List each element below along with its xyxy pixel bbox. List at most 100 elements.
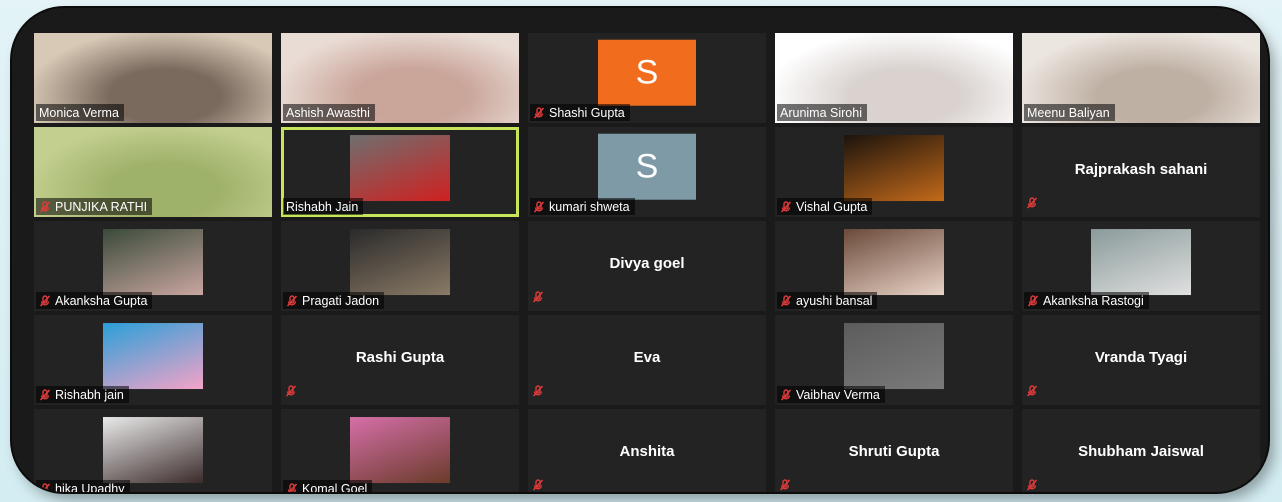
participant-tile[interactable]: Monica Verma: [34, 33, 272, 123]
participant-name: Meenu Baliyan: [1027, 105, 1110, 120]
mute-indicator: [285, 384, 297, 402]
profile-picture: [1091, 229, 1191, 296]
participant-display-name: Vranda Tyagi: [1094, 349, 1188, 366]
participant-name: PUNJIKA RATHI: [55, 199, 148, 214]
participant-tile[interactable]: Komal Goel: [281, 409, 519, 492]
muted-mic-icon: [285, 385, 297, 397]
participant-tile[interactable]: S Shashi Gupta: [528, 33, 766, 123]
participant-tile[interactable]: Vishal Gupta: [775, 127, 1013, 217]
muted-mic-icon: [532, 479, 544, 491]
profile-picture: [103, 417, 203, 484]
participant-grid: Monica Verma Ashish Awasthi S Shashi Gupta A…: [34, 33, 1260, 492]
letter-avatar: S: [598, 133, 696, 200]
letter-avatar: S: [598, 39, 696, 106]
participant-name: Shashi Gupta: [549, 105, 625, 120]
mute-indicator: [532, 290, 544, 308]
muted-mic-icon: [533, 200, 545, 213]
participant-tile[interactable]: Ashish Awasthi: [281, 33, 519, 123]
muted-mic-icon: [533, 106, 545, 119]
participant-name-label: Shashi Gupta: [530, 104, 630, 121]
participant-tile[interactable]: Rishabh jain: [34, 315, 272, 405]
participant-display-name: Rajprakash sahani: [1074, 161, 1208, 178]
participant-name-label: Rishabh Jain: [283, 198, 364, 215]
participant-name-label: Arunima Sirohi: [777, 104, 867, 121]
participant-display-name: Divya goel: [609, 255, 685, 272]
participant-tile[interactable]: Rajprakash sahani: [1022, 127, 1260, 217]
participant-tile[interactable]: Pragati Jadon: [281, 221, 519, 311]
participant-tile[interactable]: Shruti Gupta: [775, 409, 1013, 492]
participant-display-name: Shruti Gupta: [848, 443, 940, 460]
participant-name-label: Ashish Awasthi: [283, 104, 375, 121]
participant-name-label: Komal Goel: [283, 480, 373, 493]
participant-display-name: Eva: [633, 349, 661, 366]
participant-tile[interactable]: ayushi bansal: [775, 221, 1013, 311]
mute-indicator: [1026, 478, 1038, 492]
muted-mic-icon: [532, 385, 544, 397]
muted-mic-icon: [1026, 385, 1038, 397]
participant-name: Akanksha Gupta: [55, 293, 148, 308]
muted-mic-icon: [780, 294, 792, 307]
participant-tile[interactable]: PUNJIKA RATHI: [34, 127, 272, 217]
participant-name: Vaibhav Verma: [796, 387, 880, 402]
muted-mic-icon: [39, 200, 51, 213]
mute-indicator: [779, 478, 791, 492]
participant-name: Arunima Sirohi: [780, 105, 862, 120]
participant-name: Rishabh jain: [55, 387, 124, 402]
participant-display-name: Rashi Gupta: [355, 349, 445, 366]
mute-indicator: [532, 384, 544, 402]
video-call-window: Monica Verma Ashish Awasthi S Shashi Gupta A…: [12, 8, 1268, 492]
profile-picture: [350, 135, 450, 202]
participant-name: Ashish Awasthi: [286, 105, 370, 120]
participant-name-label: Rishabh jain: [36, 386, 129, 403]
profile-picture: [103, 229, 203, 296]
participant-name: ayushi bansal: [796, 293, 873, 308]
profile-picture: [844, 135, 944, 202]
muted-mic-icon: [779, 479, 791, 491]
participant-tile[interactable]: Meenu Baliyan: [1022, 33, 1260, 123]
profile-picture: [844, 229, 944, 296]
participant-name: Vishal Gupta: [796, 199, 868, 214]
profile-picture: [350, 229, 450, 296]
participant-tile[interactable]: hika Upadhy: [34, 409, 272, 492]
muted-mic-icon: [1026, 197, 1038, 209]
muted-mic-icon: [780, 200, 792, 213]
muted-mic-icon: [39, 388, 51, 401]
participant-name-label: Pragati Jadon: [283, 292, 385, 309]
participant-tile[interactable]: Vaibhav Verma: [775, 315, 1013, 405]
participant-name-label: Meenu Baliyan: [1024, 104, 1115, 121]
muted-mic-icon: [532, 291, 544, 303]
muted-mic-icon: [780, 388, 792, 401]
muted-mic-icon: [1026, 479, 1038, 491]
participant-name-label: PUNJIKA RATHI: [36, 198, 153, 215]
muted-mic-icon: [40, 482, 51, 492]
participant-tile[interactable]: Shubham Jaiswal: [1022, 409, 1260, 492]
profile-picture: [350, 417, 450, 484]
muted-mic-icon: [286, 294, 298, 307]
participant-name: hika Upadhy: [55, 481, 125, 493]
participant-tile[interactable]: Divya goel: [528, 221, 766, 311]
participant-name-label: kumari shweta: [530, 198, 635, 215]
mute-indicator: [532, 478, 544, 492]
participant-display-name: Shubham Jaiswal: [1078, 443, 1204, 460]
muted-mic-icon: [1027, 294, 1039, 307]
participant-name: Komal Goel: [302, 481, 368, 493]
participant-tile[interactable]: Anshita: [528, 409, 766, 492]
participant-tile[interactable]: Akanksha Rastogi: [1022, 221, 1260, 311]
participant-name-label: Vaibhav Verma: [777, 386, 885, 403]
participant-name: Pragati Jadon: [302, 293, 380, 308]
participant-tile[interactable]: Rashi Gupta: [281, 315, 519, 405]
avatar-letter: S: [635, 147, 659, 186]
participant-tile[interactable]: Rishabh Jain: [281, 127, 519, 217]
participant-tile[interactable]: Arunima Sirohi: [775, 33, 1013, 123]
avatar-letter: S: [635, 53, 659, 92]
mute-indicator: [1026, 384, 1038, 402]
participant-name-label: Akanksha Rastogi: [1024, 292, 1149, 309]
participant-display-name: Anshita: [619, 443, 675, 460]
participant-name-label: Monica Verma: [36, 104, 124, 121]
participant-tile[interactable]: Eva: [528, 315, 766, 405]
participant-tile[interactable]: Skumari shweta: [528, 127, 766, 217]
participant-tile[interactable]: Akanksha Gupta: [34, 221, 272, 311]
participant-tile[interactable]: Vranda Tyagi: [1022, 315, 1260, 405]
participant-name-label: Vishal Gupta: [777, 198, 873, 215]
mute-indicator: [1026, 196, 1038, 214]
